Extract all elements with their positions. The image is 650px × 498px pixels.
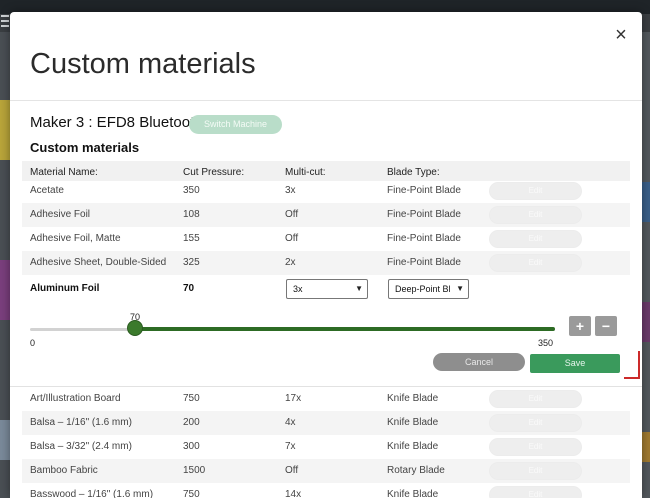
material-name: Adhesive Foil, Matte (30, 233, 121, 244)
section-title: Custom materials (30, 140, 140, 155)
blade-type: Fine-Point Blade (387, 257, 461, 268)
multi-cut: 4x (285, 417, 296, 428)
save-button[interactable]: Save (530, 354, 620, 373)
cut-pressure: 1500 (183, 465, 206, 476)
hamburger-menu-icon (0, 12, 10, 32)
material-name: Basswood – 1/16" (1.6 mm) (30, 489, 154, 498)
blade-type-select[interactable]: Deep-Point Bl ▼ (388, 279, 469, 299)
table-row: Balsa – 3/32" (2.4 mm) 300 7x Knife Blad… (22, 435, 630, 459)
table-row: Acetate 350 3x Fine-Point Blade Edit (22, 179, 630, 203)
chevron-down-icon: ▼ (456, 284, 464, 293)
material-name: Art/Illustration Board (30, 393, 121, 404)
table-row: Bamboo Fabric 1500 Off Rotary Blade Edit (22, 459, 630, 483)
blade-type: Knife Blade (387, 441, 439, 452)
cut-pressure: 70 (183, 283, 195, 294)
multi-cut: Off (285, 209, 299, 220)
cut-pressure: 750 (183, 489, 200, 498)
column-header-multicut: Multi-cut: (285, 167, 326, 178)
slider-thumb[interactable] (127, 320, 143, 336)
material-name: Balsa – 3/32" (2.4 mm) (30, 441, 132, 452)
blade-type-selected: Deep-Point Bl (395, 284, 451, 294)
cut-pressure: 300 (183, 441, 200, 452)
decrement-button[interactable]: − (595, 316, 617, 336)
table-row: Balsa – 1/16" (1.6 mm) 200 4x Knife Blad… (22, 411, 630, 435)
increment-button[interactable]: + (569, 316, 591, 336)
multi-cut: Off (285, 465, 299, 476)
cut-pressure: 155 (183, 233, 200, 244)
material-name: Adhesive Sheet, Double-Sided (30, 257, 167, 268)
column-header-pressure: Cut Pressure: (183, 167, 245, 178)
cut-pressure: 350 (183, 185, 200, 196)
close-icon[interactable]: × (612, 25, 630, 45)
column-header-name: Material Name: (30, 167, 98, 178)
slider-min-label: 0 (30, 338, 36, 348)
material-name: Balsa – 1/16" (1.6 mm) (30, 417, 132, 428)
table-row: Basswood – 1/16" (1.6 mm) 750 14x Knife … (22, 483, 630, 498)
blade-type: Knife Blade (387, 417, 439, 428)
machine-name: Maker 3 : EFD8 Bluetooth (30, 114, 203, 131)
edit-button[interactable]: Edit (489, 206, 582, 224)
multi-cut: 2x (285, 257, 296, 268)
table-header-row (22, 161, 630, 181)
custom-materials-dialog: × Custom materials Maker 3 : EFD8 Blueto… (10, 12, 642, 498)
table-row: Adhesive Foil, Matte 155 Off Fine-Point … (22, 227, 630, 251)
material-name: Acetate (30, 185, 64, 196)
multi-cut: 7x (285, 441, 296, 452)
edit-button[interactable]: Edit (489, 390, 582, 408)
blade-type: Fine-Point Blade (387, 185, 461, 196)
cut-pressure: 325 (183, 257, 200, 268)
table-row: Art/Illustration Board 750 17x Knife Bla… (22, 387, 630, 411)
edit-button[interactable]: Edit (489, 414, 582, 432)
active-material-row: Aluminum Foil 70 3x ▼ Deep-Point Bl ▼ (22, 277, 630, 309)
multi-cut-select[interactable]: 3x ▼ (286, 279, 368, 299)
blade-type: Knife Blade (387, 393, 439, 404)
multi-cut-selected: 3x (293, 284, 303, 294)
edit-button[interactable]: Edit (489, 182, 582, 200)
cut-pressure: 200 (183, 417, 200, 428)
highlight-bracket (624, 351, 640, 379)
material-name: Adhesive Foil (30, 209, 91, 220)
cut-pressure: 750 (183, 393, 200, 404)
multi-cut: 17x (285, 393, 302, 404)
chevron-down-icon: ▼ (355, 284, 363, 293)
blade-type: Knife Blade (387, 489, 439, 498)
edit-button[interactable]: Edit (489, 486, 582, 498)
table-row: Adhesive Foil 108 Off Fine-Point Blade E… (22, 203, 630, 227)
multi-cut: 14x (285, 489, 302, 498)
blade-type: Rotary Blade (387, 465, 445, 476)
edit-button[interactable]: Edit (489, 438, 582, 456)
material-name: Bamboo Fabric (30, 465, 98, 476)
dialog-title: Custom materials (30, 48, 256, 80)
multi-cut: 3x (285, 185, 296, 196)
multi-cut: Off (285, 233, 299, 244)
edit-button[interactable]: Edit (489, 230, 582, 248)
cut-pressure: 108 (183, 209, 200, 220)
table-row: Adhesive Sheet, Double-Sided 325 2x Fine… (22, 251, 630, 275)
blade-type: Fine-Point Blade (387, 209, 461, 220)
material-name: Aluminum Foil (30, 283, 100, 294)
column-header-blade: Blade Type: (387, 167, 440, 178)
blade-type: Fine-Point Blade (387, 233, 461, 244)
cancel-button[interactable]: Cancel (433, 353, 525, 371)
switch-machine-button[interactable]: Switch Machine (189, 115, 282, 134)
cut-pressure-slider[interactable]: 70 0 350 (30, 312, 560, 352)
slider-fill (135, 327, 555, 331)
header-divider (10, 100, 642, 101)
edit-button[interactable]: Edit (489, 462, 582, 480)
slider-max-label: 350 (538, 338, 554, 348)
edit-button[interactable]: Edit (489, 254, 582, 272)
